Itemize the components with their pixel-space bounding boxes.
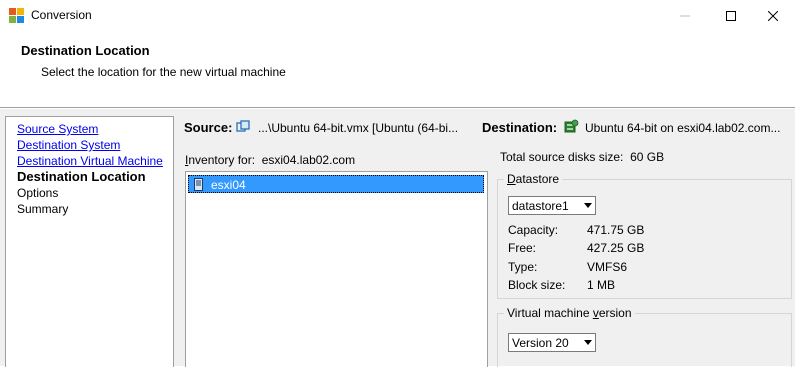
close-button[interactable] bbox=[750, 0, 795, 31]
minimize-button[interactable] bbox=[662, 0, 708, 31]
page-title: Destination Location bbox=[21, 43, 150, 58]
vm-version-select-value: Version 20 bbox=[512, 336, 569, 350]
datastore-legend-mnemonic: D bbox=[507, 172, 516, 186]
vm-version-group: Virtual machine version Version 20 bbox=[497, 306, 792, 367]
source-label: Source: bbox=[184, 120, 233, 135]
esxi-host-icon bbox=[564, 119, 579, 133]
vm-version-legend-suffix: ersion bbox=[598, 306, 632, 320]
vm-version-select[interactable]: Version 20 bbox=[508, 333, 596, 352]
close-icon bbox=[768, 10, 778, 21]
total-disk-label: Total source disks size: bbox=[500, 150, 624, 164]
destination-label: Destination: bbox=[482, 120, 558, 135]
block-size-value: 1 MB bbox=[587, 278, 616, 292]
datastore-group: Datastore datastore1 Capacity: 471.75 GB… bbox=[497, 172, 792, 299]
step-destination-location: Destination Location bbox=[17, 169, 146, 184]
step-source-system[interactable]: Source System bbox=[17, 122, 98, 136]
maximize-button[interactable] bbox=[708, 0, 754, 31]
capacity-value: 471.75 GB bbox=[587, 223, 645, 237]
inventory-tree[interactable]: esxi04 bbox=[185, 171, 488, 367]
vm-version-legend-prefix: Virtual machine bbox=[507, 306, 593, 320]
inventory-label-text: nventory for: bbox=[188, 153, 256, 167]
free-label: Free: bbox=[508, 241, 537, 255]
step-summary: Summary bbox=[17, 202, 69, 216]
destination-value: Ubuntu 64-bit on esxi04.lab02.com... bbox=[585, 121, 781, 135]
free-value: 427.25 GB bbox=[587, 241, 645, 255]
inventory-label: Inventory for: esxi04.lab02.com bbox=[185, 153, 355, 167]
capacity-label: Capacity: bbox=[508, 223, 559, 237]
wizard-steps-panel: Source System Destination System Destina… bbox=[5, 116, 174, 367]
minimize-icon bbox=[680, 15, 690, 16]
window-title: Conversion bbox=[31, 8, 92, 22]
type-value: VMFS6 bbox=[587, 260, 628, 274]
datastore-select-value: datastore1 bbox=[512, 199, 569, 213]
step-destination-virtual-machine[interactable]: Destination Virtual Machine bbox=[17, 154, 163, 168]
chevron-down-icon bbox=[584, 340, 592, 345]
wizard-header: Destination Location Select the location… bbox=[0, 31, 795, 107]
title-bar: Conversion bbox=[0, 0, 795, 31]
tree-item-label: esxi04 bbox=[211, 178, 246, 192]
total-disk-value: 60 GB bbox=[630, 150, 665, 164]
page-subtitle: Select the location for the new virtual … bbox=[41, 65, 286, 79]
vm-version-legend: Virtual machine version bbox=[504, 306, 635, 320]
total-disk-size: Total source disks size: 60 GB bbox=[500, 150, 664, 164]
vm-icon bbox=[236, 120, 250, 132]
datastore-legend: Datastore bbox=[504, 172, 563, 186]
step-options: Options bbox=[17, 186, 59, 200]
type-label: Type: bbox=[508, 260, 538, 274]
block-size-label: Block size: bbox=[508, 278, 566, 292]
maximize-icon bbox=[726, 10, 736, 21]
inventory-host: esxi04.lab02.com bbox=[261, 153, 356, 167]
chevron-down-icon bbox=[584, 203, 592, 208]
tree-item-esxi04[interactable]: esxi04 bbox=[188, 175, 484, 193]
datastore-legend-text: atastore bbox=[515, 172, 560, 186]
source-value: ...\Ubuntu 64-bit.vmx [Ubuntu (64-bi... bbox=[258, 121, 459, 135]
step-destination-system[interactable]: Destination System bbox=[17, 138, 120, 152]
datastore-select[interactable]: datastore1 bbox=[508, 196, 596, 215]
host-icon bbox=[194, 178, 203, 191]
vmware-converter-icon bbox=[9, 8, 24, 23]
